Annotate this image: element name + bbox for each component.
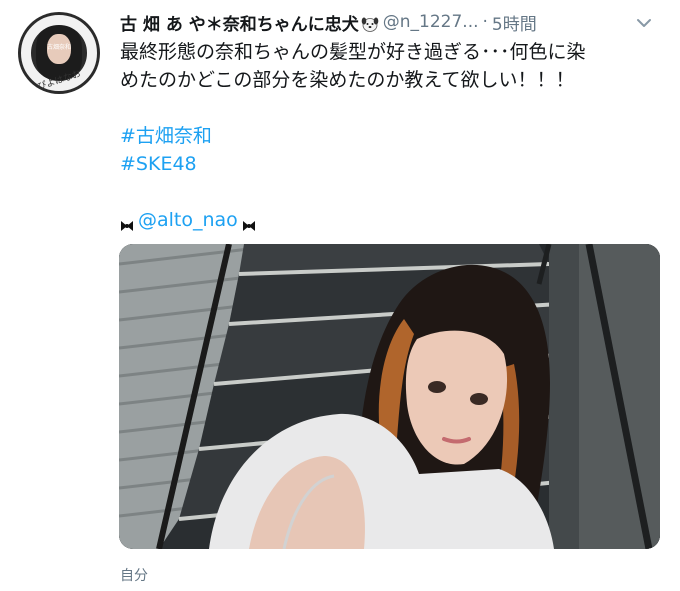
mention-line: @alto_nao — [120, 206, 660, 234]
hashtag-link[interactable]: #古畑奈和 — [120, 122, 660, 150]
mention-link[interactable]: @alto_nao — [138, 206, 238, 234]
header-separator: · — [482, 12, 488, 32]
author-name[interactable]: 古 畑 あ や＊奈和ちゃんに忠犬 — [120, 10, 359, 35]
tweet-header: 古 畑 あ や＊奈和ちゃんに忠犬 @n_1227... · 5時間 — [120, 10, 665, 35]
dog-face-icon — [361, 15, 379, 33]
tweet-footer: 自分 — [120, 568, 148, 584]
ribbon-icon — [120, 213, 134, 231]
tweet-photo[interactable] — [119, 244, 660, 549]
tweet-text: 最終形態の奈和ちゃんの髪型が好き過ぎる･･･何色に染 めたのかどこの部分を染めた… — [120, 38, 660, 234]
hashtag-link[interactable]: #SKE48 — [120, 150, 660, 178]
ribbon-icon — [242, 213, 256, 231]
tweet-text-line: 最終形態の奈和ちゃんの髪型が好き過ぎる･･･何色に染 — [120, 41, 586, 63]
photo-icon — [119, 244, 660, 549]
author-handle[interactable]: @n_1227... — [383, 12, 479, 32]
avatar[interactable]: 古畑奈和 ぴよはなお — [18, 12, 100, 94]
tweet-text-line: めたのかどこの部分を染めたのか教えて欲しい！！！ — [120, 69, 575, 91]
chevron-down-icon[interactable] — [635, 14, 653, 32]
tweet-timestamp[interactable]: 5時間 — [492, 10, 537, 35]
